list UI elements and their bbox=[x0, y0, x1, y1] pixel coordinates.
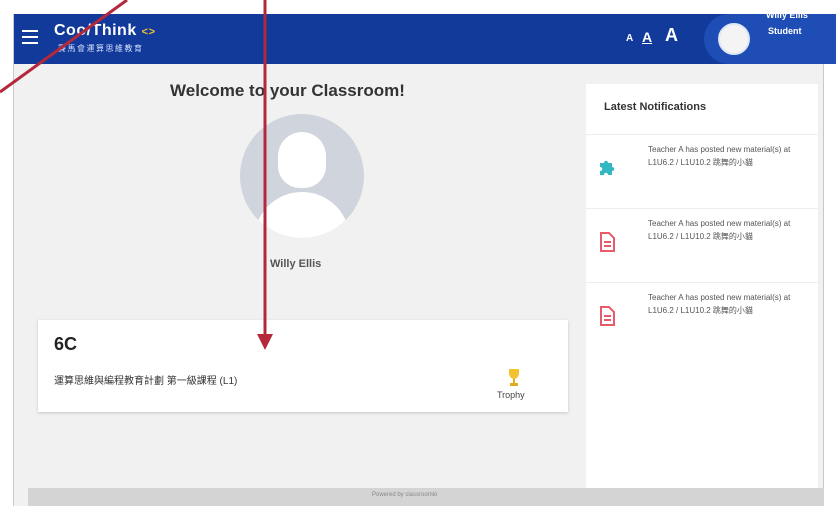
arrow-head-icon bbox=[257, 334, 273, 350]
diagonal-arrow-line bbox=[0, 0, 128, 94]
annotation-arrows bbox=[0, 0, 273, 350]
